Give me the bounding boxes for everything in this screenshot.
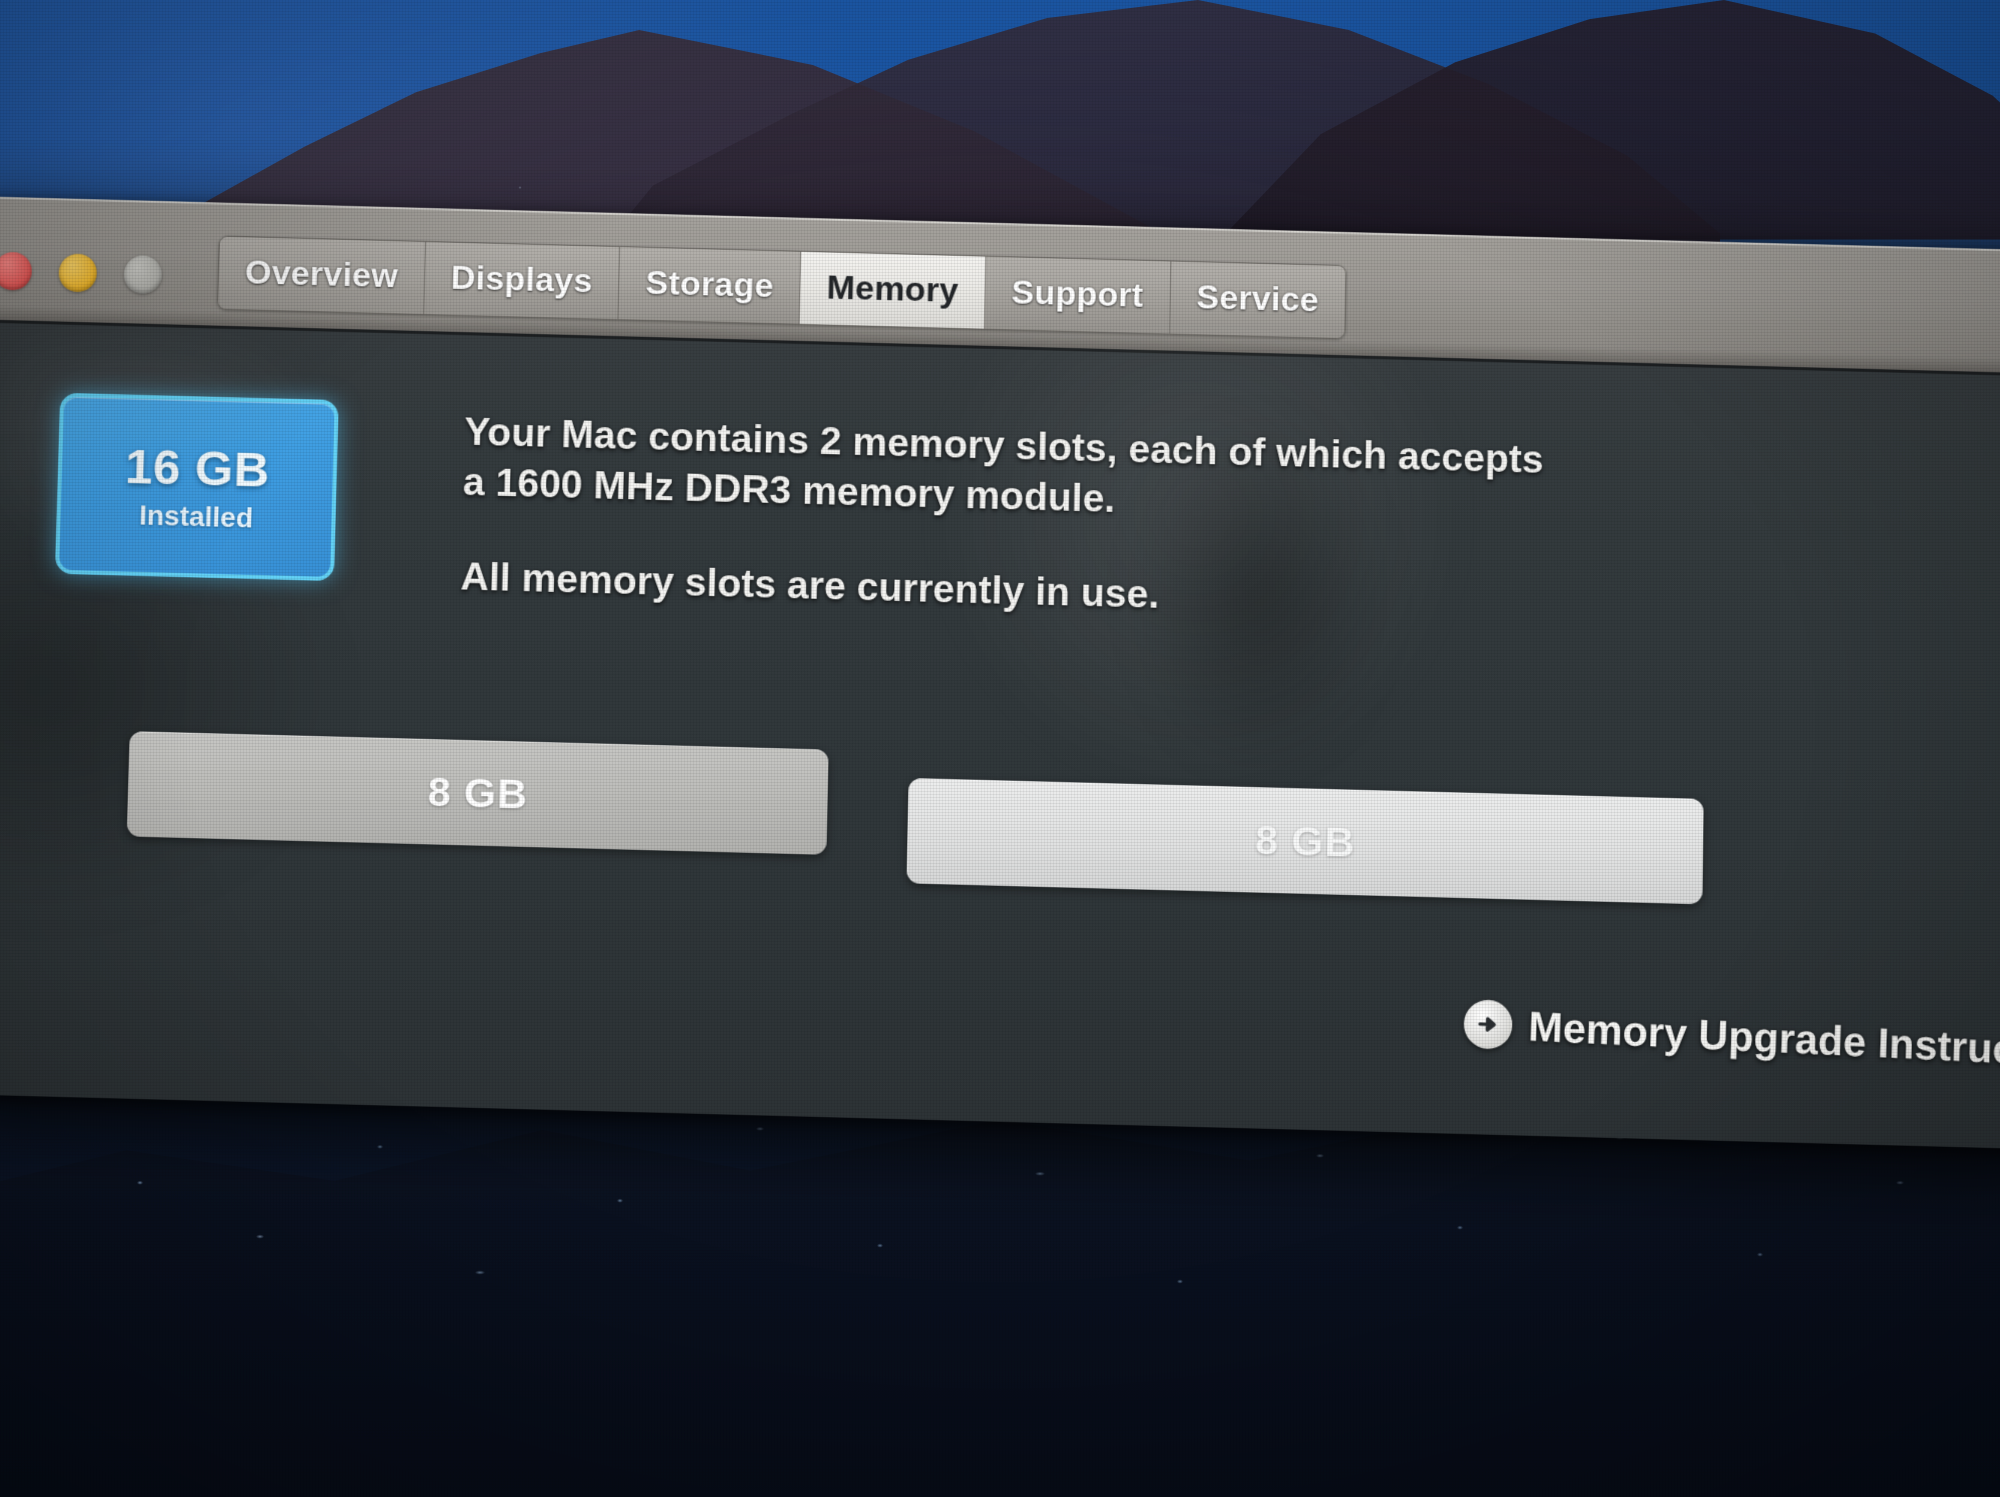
memory-slot-1[interactable]: 8 GB <box>126 731 829 855</box>
memory-slot-2[interactable]: 8 GB <box>906 778 1704 905</box>
tab-displays-label: Displays <box>450 258 593 301</box>
close-button[interactable] <box>0 251 33 291</box>
memory-panel: 16 GB Installed Your Mac contains 2 memo… <box>0 316 2000 1150</box>
minimize-button[interactable] <box>58 252 98 292</box>
tab-support[interactable]: Support <box>984 256 1171 334</box>
tab-memory[interactable]: Memory <box>799 251 987 329</box>
installed-memory-status: Installed <box>138 499 254 534</box>
zoom-button[interactable] <box>123 254 163 294</box>
tab-displays[interactable]: Displays <box>424 241 621 319</box>
tab-overview-label: Overview <box>244 253 399 296</box>
tab-overview[interactable]: Overview <box>217 236 426 314</box>
tab-bar: Overview Displays Storage Memory Support… <box>216 235 1347 339</box>
installed-memory-badge: 16 GB Installed <box>54 392 339 582</box>
about-this-mac-window-wrapper: Overview Displays Storage Memory Support… <box>0 196 2000 1150</box>
memory-upgrade-instructions-label: Memory Upgrade Instructions <box>1527 1002 2000 1078</box>
memory-slots-status: All memory slots are currently in use. <box>460 554 1160 617</box>
arrow-right-circle-icon <box>1463 998 1514 1050</box>
memory-slot-2-label: 8 GB <box>1254 815 1356 866</box>
tab-service-label: Service <box>1196 278 1320 320</box>
tab-storage-label: Storage <box>645 263 775 306</box>
memory-slot-1-label: 8 GB <box>427 767 529 818</box>
installed-memory-amount: 16 GB <box>124 439 271 498</box>
tab-service[interactable]: Service <box>1169 260 1346 338</box>
tab-memory-label: Memory <box>826 268 959 310</box>
traffic-light-buttons <box>0 251 163 294</box>
memory-description: Your Mac contains 2 memory slots, each o… <box>460 407 1698 634</box>
memory-upgrade-instructions-link[interactable]: Memory Upgrade Instructions <box>1463 998 2000 1079</box>
tab-storage[interactable]: Storage <box>618 246 802 324</box>
tab-support-label: Support <box>1011 273 1144 315</box>
about-this-mac-window: Overview Displays Storage Memory Support… <box>0 196 2000 1150</box>
